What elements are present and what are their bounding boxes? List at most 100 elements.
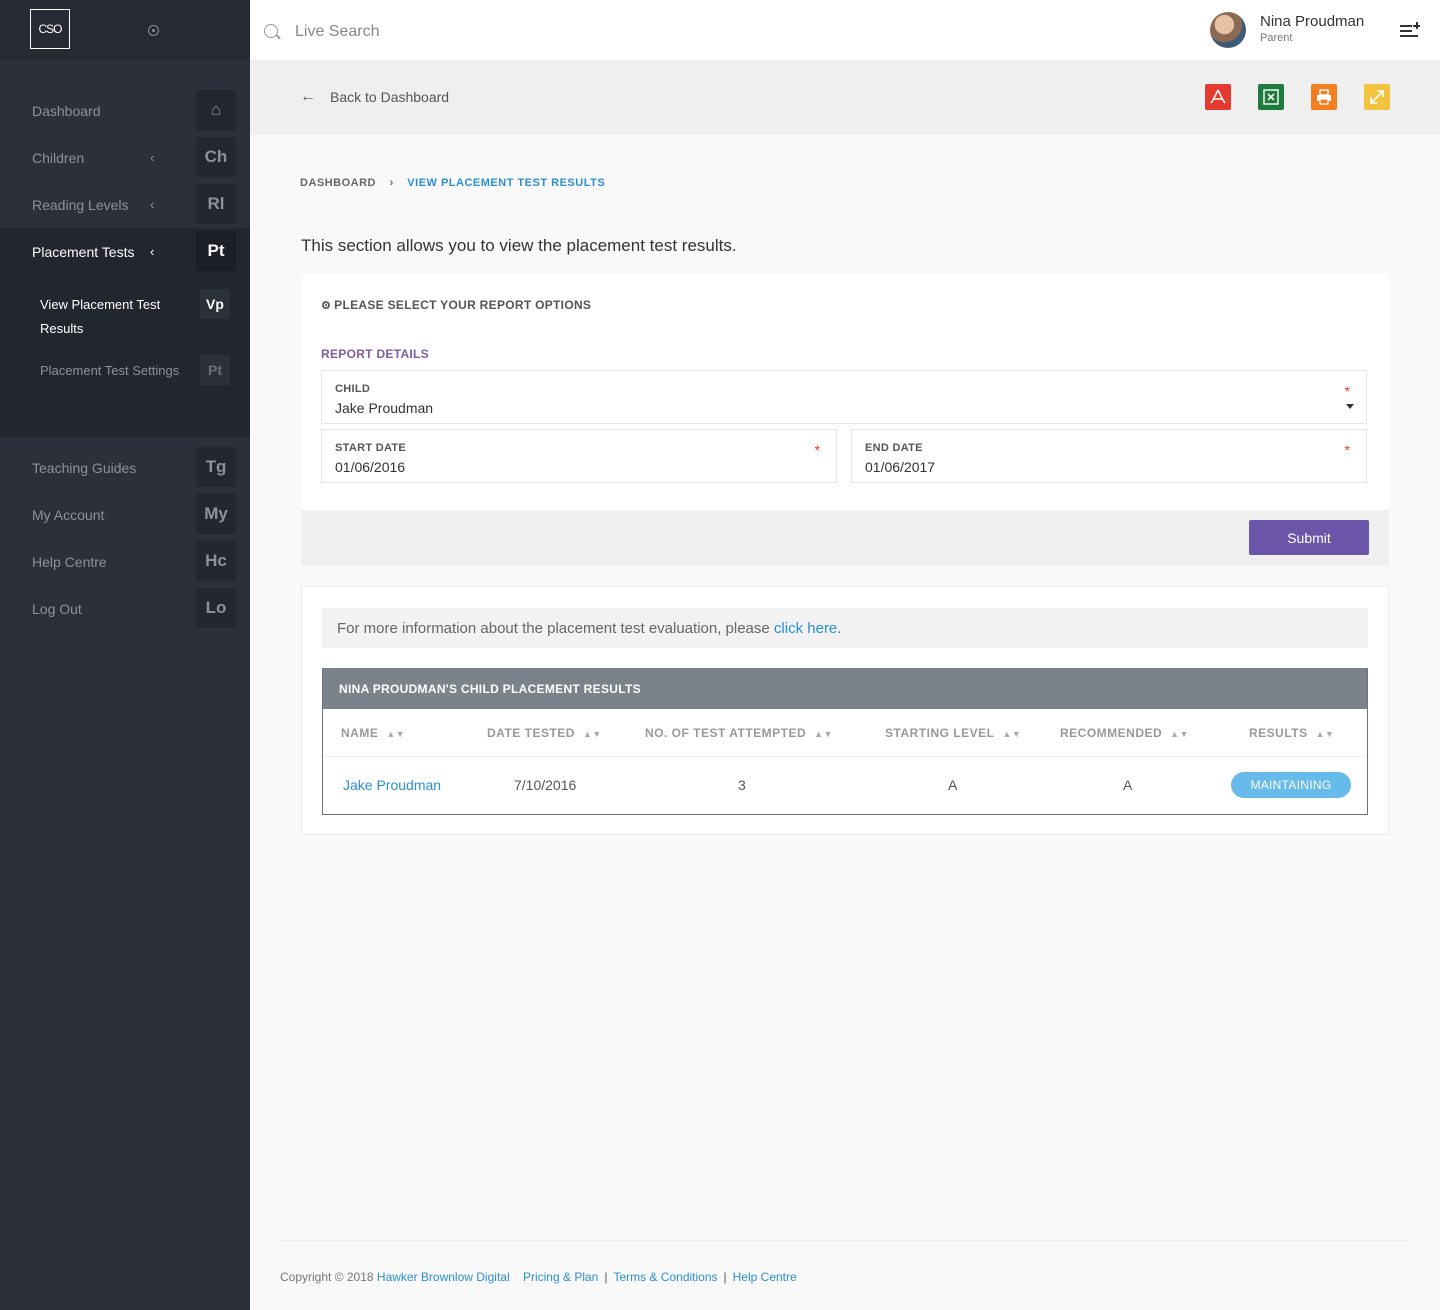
report-details-heading: REPORT DETAILS [321,347,429,361]
sidebar-item-label: My Account [32,506,105,523]
footer-divider: | [604,1270,608,1284]
column-header-name[interactable]: NAME ▲▼ [341,726,405,740]
row-recommended: A [1123,777,1133,793]
sort-icon: ▲▼ [1315,729,1335,739]
copyright-text: Copyright © 2018 [280,1270,377,1284]
column-header-starting-level[interactable]: STARTING LEVEL ▲▼ [885,726,1021,740]
sort-icon: ▲▼ [1002,729,1022,739]
info-banner: For more information about the placement… [322,608,1368,648]
column-header-date-tested[interactable]: DATE TESTED ▲▼ [487,726,602,740]
back-to-dashboard-link[interactable]: ← Back to Dashboard [300,88,449,106]
sidebar-item-label: Teaching Guides [32,459,137,476]
avatar[interactable] [1210,12,1246,48]
excel-icon[interactable] [1258,84,1284,110]
row-attempts: 3 [738,777,746,793]
logo[interactable]: CSO [30,9,70,49]
sidebar-subitem-settings[interactable]: Placement Test Settings Pt [0,355,250,421]
sidebar-subitem-label: Placement Test Settings [40,363,180,378]
page-intro: This section allows you to view the plac… [301,236,737,255]
start-date-label: START DATE [335,442,407,454]
footer-divider: | [723,1270,727,1284]
status-badge: MAINTAINING [1231,772,1351,798]
column-label: RECOMMENDED [1060,726,1163,740]
caret-down-icon [1346,404,1354,409]
sidebar-subitem-view-results[interactable]: View Placement Test Results Vp [0,289,250,355]
column-header-attempts[interactable]: NO. OF TEST ATTEMPTED ▲▼ [645,726,833,740]
home-icon: ⌂ [196,90,236,130]
footer: Copyright © 2018 Hawker Brownlow Digital… [280,1240,1410,1284]
pdf-icon[interactable] [1205,84,1231,110]
sidebar-item-reading-levels[interactable]: Reading Levels ‹ Rl [0,181,250,228]
sidebar-item-placement-tests[interactable]: Placement Tests ‹ Pt [0,228,250,275]
end-date-field[interactable]: END DATE 01/06/2017 * [851,429,1367,483]
table-header-row: NAME ▲▼ DATE TESTED ▲▼ NO. OF TEST ATTEMPT… [323,709,1367,757]
start-date-field[interactable]: START DATE 01/06/2016 * [321,429,837,483]
report-options-card: ⚙ PLEASE SELECT YOUR REPORT OPTIONS REPOR… [301,274,1389,565]
topbar: Nina Proudman Parent [250,0,1440,60]
column-header-recommended[interactable]: RECOMMENDED ▲▼ [1060,726,1189,740]
company-link[interactable]: Hawker Brownlow Digital [377,1270,510,1284]
help-centre-link[interactable]: Help Centre [733,1270,797,1284]
column-label: NO. OF TEST ATTEMPTED [645,726,807,740]
sidebar-item-abbr: Hc [196,541,236,581]
expand-icon[interactable] [1364,84,1390,110]
column-label: RESULTS [1249,726,1308,740]
sidebar-item-label: Reading Levels [32,196,129,213]
row-date: 7/10/2016 [514,777,577,793]
search-input[interactable] [295,20,695,44]
end-date-value: 01/06/2017 [865,459,936,475]
sidebar-item-label: Dashboard [32,102,101,119]
start-date-value: 01/06/2016 [335,459,406,475]
sidebar-subitem-abbr: Pt [200,355,230,385]
end-date-label: END DATE [865,442,923,454]
results-card: For more information about the placement… [301,586,1389,835]
chevron-right-icon: › [389,177,394,189]
sidebar-toggle-icon[interactable] [148,25,159,36]
pricing-link[interactable]: Pricing & Plan [523,1270,598,1284]
sidebar-item-label: Log Out [32,600,82,617]
sidebar-item-abbr: Ch [196,137,236,177]
sidebar-subitem-abbr: Vp [200,289,230,319]
breadcrumb-home[interactable]: DASHBOARD [300,177,376,189]
column-header-results[interactable]: RESULTS ▲▼ [1249,726,1334,740]
sidebar-item-abbr: Rl [196,184,236,224]
sidebar-nav: Dashboard ⌂ Children ‹ Ch Reading Levels… [0,87,250,632]
terms-link[interactable]: Terms & Conditions [613,1270,717,1284]
info-tail: . [837,620,842,637]
sidebar-item-abbr: Pt [196,231,236,271]
sidebar-item-label: Help Centre [32,553,107,570]
gear-icon: ⚙ [321,300,332,312]
sort-icon: ▲▼ [386,729,406,739]
click-here-link[interactable]: click here [774,620,837,637]
required-mark: * [1344,383,1350,399]
sidebar-item-dashboard[interactable]: Dashboard ⌂ [0,87,250,134]
sidebar-item-abbr: My [196,494,236,534]
user-name[interactable]: Nina Proudman [1260,13,1364,30]
report-options-footer: Submit [301,510,1389,565]
sidebar-item-log-out[interactable]: Log Out Lo [0,585,250,632]
sidebar-item-my-account[interactable]: My Account My [0,491,250,538]
chevron-left-icon: ‹ [150,244,155,259]
column-label: NAME [341,726,379,740]
sidebar-item-teaching-guides[interactable]: Teaching Guides Tg [0,444,250,491]
sort-icon: ▲▼ [1170,729,1189,739]
arrow-left-icon: ← [300,88,316,105]
results-table: NINA PROUDMAN'S CHILD PLACEMENT RESULTS … [322,668,1368,815]
sidebar-item-children[interactable]: Children ‹ Ch [0,134,250,181]
submit-button[interactable]: Submit [1249,520,1369,555]
report-options-heading-text: PLEASE SELECT YOUR REPORT OPTIONS [334,298,592,312]
child-select[interactable]: CHILD Jake Proudman * [321,370,1367,424]
sidebar-item-help-centre[interactable]: Help Centre Hc [0,538,250,585]
breadcrumb-current[interactable]: VIEW PLACEMENT TEST RESULTS [407,177,605,189]
sidebar-subitem-label: View Placement Test Results [40,297,161,336]
row-name-link[interactable]: Jake Proudman [343,777,441,793]
print-icon[interactable] [1311,84,1337,110]
menu-add-icon[interactable] [1400,22,1420,38]
required-mark: * [1344,442,1350,458]
action-bar: ← Back to Dashboard [250,60,1440,135]
report-options-heading: ⚙ PLEASE SELECT YOUR REPORT OPTIONS [321,298,591,312]
sidebar-header: CSO [0,0,250,60]
chevron-left-icon: ‹ [150,197,155,212]
sidebar-subnav: View Placement Test Results Vp Placement… [0,275,250,437]
sidebar-item-abbr: Tg [196,447,236,487]
